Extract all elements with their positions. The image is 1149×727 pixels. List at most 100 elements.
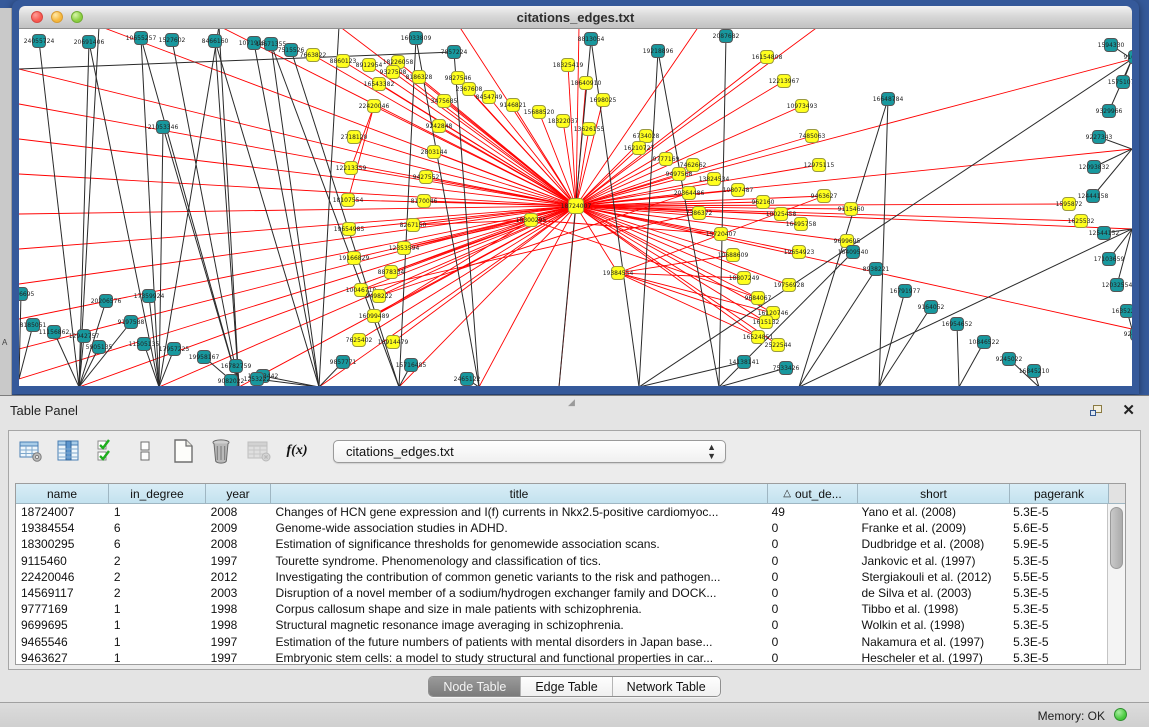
- rows-icon[interactable]: [131, 438, 159, 464]
- graph-node[interactable]: 20206576: [91, 295, 122, 308]
- table-row[interactable]: 977716911998Corpus callosum shape and si…: [16, 601, 1107, 617]
- graph-node[interactable]: 7386372: [686, 207, 713, 220]
- table-row[interactable]: 1456911722003Disruption of a novel membe…: [16, 585, 1107, 601]
- column-header-pagerank[interactable]: pagerank: [1010, 484, 1109, 504]
- graph-node[interactable]: 16914479: [378, 336, 409, 349]
- graph-node[interactable]: 12032554: [1102, 279, 1132, 292]
- graph-node[interactable]: 24055724: [24, 35, 55, 48]
- table-settings-icon[interactable]: [17, 438, 45, 464]
- graph-node[interactable]: 9245032: [1124, 328, 1132, 341]
- table-row[interactable]: 2242004622012Investigating the contribut…: [16, 569, 1107, 585]
- table-scrollbar[interactable]: [1107, 504, 1125, 664]
- graph-node[interactable]: 2803144: [421, 146, 448, 159]
- graph-node[interactable]: 8813054: [578, 33, 605, 46]
- graph-node[interactable]: 10025458: [766, 208, 797, 221]
- graph-node[interactable]: 9463627: [811, 190, 838, 203]
- table-row[interactable]: 1830029562008Estimation of significance …: [16, 536, 1107, 552]
- graph-node[interactable]: 19218896: [643, 45, 674, 58]
- graph-node[interactable]: 16154808: [752, 51, 783, 64]
- graph-node[interactable]: 12093832: [1079, 161, 1110, 174]
- graph-node[interactable]: 7485063: [799, 130, 826, 143]
- column-header-name[interactable]: name: [16, 484, 109, 504]
- graph-node[interactable]: 9242848: [426, 120, 453, 133]
- graph-node[interactable]: 16033809: [401, 32, 432, 45]
- splitter-handle[interactable]: ◢: [568, 397, 576, 408]
- graph-node[interactable]: 8938221: [863, 263, 890, 276]
- graph-node[interactable]: 7857224: [441, 46, 468, 59]
- graph-node[interactable]: 19654923: [784, 246, 815, 259]
- graph-node[interactable]: 9427552: [413, 171, 440, 184]
- graph-node[interactable]: 7533426: [773, 362, 800, 375]
- graph-node[interactable]: 16791977: [890, 285, 921, 298]
- minimize-window-icon[interactable]: [51, 11, 63, 23]
- column-header-title[interactable]: title: [271, 484, 768, 504]
- graph-node[interactable]: 9245022: [996, 353, 1023, 366]
- delete-table-icon[interactable]: [207, 438, 235, 464]
- graph-node[interactable]: 1594330: [1098, 39, 1125, 52]
- graph-node[interactable]: 1698025: [590, 94, 617, 107]
- graph-node[interactable]: 16648784: [873, 93, 904, 106]
- table-scrollbar-thumb[interactable]: [1110, 507, 1123, 569]
- network-canvas[interactable]: 1872400718300295193845542405572420691406…: [19, 29, 1132, 386]
- tab-edge-table[interactable]: Edge Table: [521, 677, 612, 696]
- graph-node[interactable]: 8267150: [400, 219, 427, 232]
- table-row[interactable]: 946362711997Embryonic stem cells: a mode…: [16, 650, 1107, 664]
- graph-node[interactable]: 9146821: [500, 99, 527, 112]
- close-window-icon[interactable]: [31, 11, 43, 23]
- graph-node[interactable]: 15688520: [524, 106, 555, 119]
- graph-node[interactable]: 12975115: [804, 159, 835, 172]
- select-rows-icon[interactable]: [93, 438, 121, 464]
- delete-column-icon[interactable]: [245, 438, 273, 464]
- close-panel-icon[interactable]: ✕: [1122, 401, 1135, 419]
- table-row[interactable]: 1938455462009Genome-wide association stu…: [16, 520, 1107, 536]
- graph-node[interactable]: 16782759: [221, 360, 252, 373]
- graph-node[interactable]: 21053346: [148, 121, 179, 134]
- graph-node[interactable]: 14138141: [729, 356, 760, 369]
- graph-node[interactable]: 12213359: [336, 162, 367, 175]
- network-window-titlebar[interactable]: citations_edges.txt: [19, 6, 1132, 29]
- graph-node[interactable]: 20691406: [74, 36, 105, 49]
- graph-node[interactable]: 16954652: [942, 318, 973, 331]
- graph-node[interactable]: 13626155: [574, 123, 605, 136]
- tab-network-table[interactable]: Network Table: [613, 677, 720, 696]
- function-icon[interactable]: f(x): [283, 438, 311, 464]
- new-table-icon[interactable]: [169, 438, 197, 464]
- graph-node[interactable]: 9857771: [330, 356, 357, 369]
- graph-node[interactable]: 16352217: [1112, 305, 1132, 318]
- column-header-in_degree[interactable]: in_degree: [109, 484, 206, 504]
- graph-node[interactable]: 12213967: [769, 75, 800, 88]
- graph-node[interactable]: 8912954: [356, 59, 383, 72]
- float-panel-icon[interactable]: [1090, 405, 1105, 418]
- select-column-icon[interactable]: [55, 438, 83, 464]
- column-header-short[interactable]: short: [858, 484, 1010, 504]
- graph-node[interactable]: 10655257: [126, 32, 157, 45]
- table-row[interactable]: 1872400712008Changes of HCN gene express…: [16, 504, 1107, 520]
- graph-node[interactable]: 17103659: [1094, 253, 1125, 266]
- table-row[interactable]: 911546021997Tourette syndrome. Phenomeno…: [16, 553, 1107, 569]
- graph-node[interactable]: 2718120: [341, 131, 368, 144]
- graph-node[interactable]: 9164052: [918, 301, 945, 314]
- column-header-year[interactable]: year: [206, 484, 271, 504]
- graph-node[interactable]: 7625402: [346, 334, 373, 347]
- graph-node[interactable]: 16495758: [786, 218, 817, 231]
- table-row[interactable]: 969969511998Structural magnetic resonanc…: [16, 617, 1107, 633]
- graph-node[interactable]: 13824534: [699, 173, 730, 186]
- graph-node[interactable]: 16210727: [624, 142, 655, 155]
- network-window[interactable]: citations_edges.txt 18724007183002951938…: [12, 0, 1139, 394]
- graph-node[interactable]: 17957225: [159, 343, 190, 356]
- graph-node[interactable]: 15751074: [1108, 76, 1132, 89]
- graph-node[interactable]: 9082022: [218, 375, 245, 387]
- graph-node[interactable]: 6734028: [633, 130, 660, 143]
- zoom-window-icon[interactable]: [71, 11, 83, 23]
- graph-node[interactable]: 9227343: [1086, 131, 1113, 144]
- graph-node[interactable]: 19958167: [189, 351, 220, 364]
- graph-node[interactable]: 1527602: [159, 34, 186, 47]
- graph-node[interactable]: 8186328: [406, 71, 433, 84]
- tab-node-table[interactable]: Node Table: [429, 677, 521, 696]
- graph-node[interactable]: 9329966: [1096, 105, 1123, 118]
- column-header-out_de[interactable]: △out_de...: [768, 484, 858, 504]
- graph-node[interactable]: 2087682: [713, 30, 740, 43]
- graph-node[interactable]: 22420046: [359, 100, 390, 113]
- graph-node[interactable]: 10807487: [723, 184, 754, 197]
- graph-node[interactable]: 8466160: [202, 35, 229, 48]
